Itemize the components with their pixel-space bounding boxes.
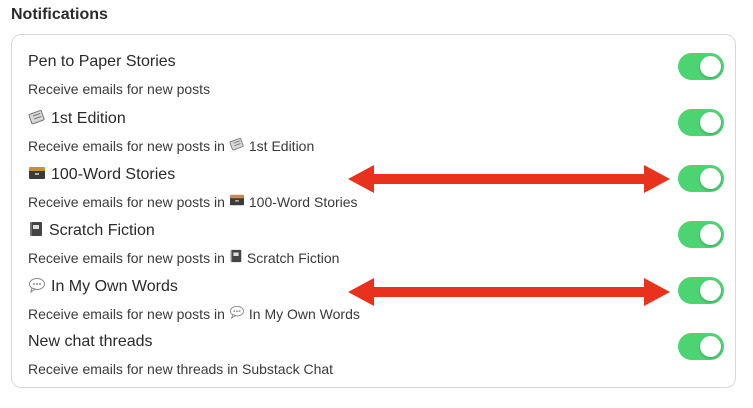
- email-toggle-scratch-fiction[interactable]: [678, 221, 724, 248]
- speech-bubble-icon: [229, 305, 245, 322]
- file-box-icon: [229, 193, 245, 210]
- notebook-icon: [229, 249, 243, 266]
- notification-row-pen-to-paper: Pen to Paper Stories Receive emails for …: [28, 53, 728, 103]
- row-title: Pen to Paper Stories: [28, 53, 176, 70]
- toggle-knob: [700, 336, 721, 357]
- row-title: 1st Edition: [51, 109, 126, 127]
- email-toggle-new-chat-threads[interactable]: [678, 333, 724, 360]
- toggle-knob: [700, 168, 721, 189]
- speech-bubble-icon: [28, 277, 46, 296]
- section-title: Notifications: [11, 6, 108, 23]
- row-title: Scratch Fiction: [49, 221, 155, 239]
- row-title: New chat threads: [28, 333, 153, 350]
- toggle-knob: [700, 280, 721, 301]
- row-title: 100-Word Stories: [51, 165, 176, 183]
- row-description: Receive emails for new posts in: [28, 137, 225, 154]
- toggle-knob: [700, 112, 721, 133]
- email-toggle-in-my-own-words[interactable]: [678, 277, 724, 304]
- notification-row-new-chat-threads: New chat threads Receive emails for new …: [28, 333, 728, 383]
- toggle-knob: [700, 56, 721, 77]
- notebook-icon: [28, 221, 44, 240]
- row-description: Receive emails for new posts in: [28, 305, 225, 322]
- row-description: Receive emails for new posts in: [28, 193, 225, 210]
- notifications-panel: Pen to Paper Stories Receive emails for …: [11, 34, 736, 388]
- email-toggle-100-word-stories[interactable]: [678, 165, 724, 192]
- notification-row-1st-edition: 1st Edition Receive emails for new posts…: [28, 109, 728, 159]
- double-arrow-annotation: [348, 165, 670, 193]
- publication-name: 100-Word Stories: [248, 193, 358, 210]
- publication-name: 1st Edition: [248, 137, 315, 154]
- email-toggle-1st-edition[interactable]: [678, 109, 724, 136]
- toggle-knob: [700, 224, 721, 245]
- row-description: Receive emails for new posts in: [28, 249, 225, 266]
- email-toggle-pen-to-paper[interactable]: [678, 53, 724, 80]
- newspaper-icon: [229, 137, 245, 154]
- row-description: Receive emails for new posts: [28, 81, 211, 97]
- publication-name: Scratch Fiction: [246, 249, 340, 266]
- notification-row-scratch-fiction: Scratch Fiction Receive emails for new p…: [28, 221, 728, 271]
- double-arrow-annotation: [348, 278, 670, 306]
- publication-name: In My Own Words: [248, 305, 360, 322]
- row-title: In My Own Words: [51, 277, 178, 295]
- file-box-icon: [28, 165, 46, 184]
- newspaper-icon: [28, 109, 46, 128]
- row-description: Receive emails for new threads in Substa…: [28, 361, 334, 377]
